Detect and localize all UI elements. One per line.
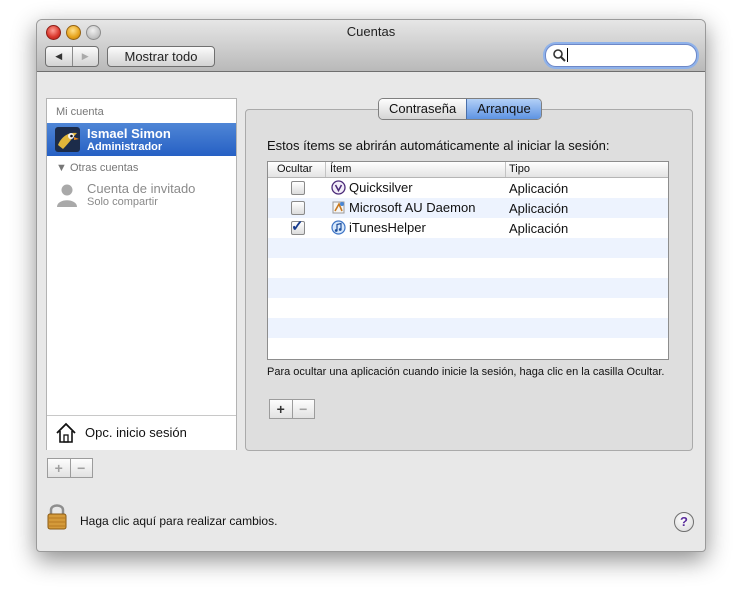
tab-password[interactable]: Contraseña <box>379 99 467 119</box>
empty-row <box>268 318 668 338</box>
other-accounts-label: Otras cuentas <box>69 162 139 174</box>
login-options-label: Opc. inicio sesión <box>85 425 187 440</box>
startup-add-remove: + − <box>269 399 315 419</box>
table-row[interactable]: Quicksilver Aplicación <box>268 178 668 198</box>
accounts-sidebar: Mi cuenta Ismael Simon Administrador ▼ O… <box>46 98 237 450</box>
table-row[interactable]: ✓ iTunesHelper Aplicación <box>268 218 668 238</box>
other-accounts-header[interactable]: ▼ Otras cuentas <box>56 162 138 174</box>
remove-startup-item-button[interactable]: − <box>293 400 315 418</box>
guest-user-icon <box>57 184 77 207</box>
startup-items-table: Ocultar Ítem Tipo Quicksilver Aplicación… <box>267 161 669 360</box>
account-name: Ismael Simon <box>87 126 171 141</box>
hide-checkbox[interactable] <box>291 201 305 215</box>
remove-account-button[interactable]: − <box>71 459 93 477</box>
account-role: Administrador <box>87 141 163 153</box>
item-name: Quicksilver <box>349 180 413 195</box>
item-name: iTunesHelper <box>349 220 426 235</box>
hide-checkbox[interactable]: ✓ <box>291 218 305 235</box>
lock-icon[interactable] <box>46 502 68 530</box>
tab-startup[interactable]: Arranque <box>466 99 541 119</box>
hide-hint-text: Para ocultar una aplicación cuando inici… <box>267 366 665 378</box>
item-type: Aplicación <box>509 221 569 236</box>
empty-row <box>268 338 668 358</box>
lock-message: Haga clic aquí para realizar cambios. <box>80 514 278 528</box>
help-button[interactable]: ? <box>674 512 694 532</box>
add-account-button[interactable]: + <box>48 459 71 477</box>
item-type: Aplicación <box>509 201 569 216</box>
microsoft-au-icon <box>332 201 345 214</box>
empty-row <box>268 258 668 278</box>
house-icon <box>56 422 76 443</box>
search-icon <box>553 49 566 62</box>
column-divider <box>325 162 326 177</box>
text-cursor <box>567 48 568 62</box>
itunes-icon <box>331 220 346 235</box>
item-type: Aplicación <box>509 181 569 196</box>
guest-account-name[interactable]: Cuenta de invitado <box>87 181 195 196</box>
forward-button[interactable]: ▶ <box>73 47 99 66</box>
column-header-type[interactable]: Tipo <box>509 163 530 175</box>
empty-row <box>268 278 668 298</box>
startup-description: Estos ítems se abrirán automáticamente a… <box>267 138 610 153</box>
table-header: Ocultar Ítem Tipo <box>268 162 668 178</box>
show-all-button[interactable]: Mostrar todo <box>107 46 215 67</box>
hide-checkbox[interactable] <box>291 181 305 195</box>
checkmark-icon: ✓ <box>291 218 304 235</box>
my-account-header: Mi cuenta <box>56 106 104 118</box>
tab-bar: Contraseña Arranque <box>378 98 542 120</box>
table-row[interactable]: Microsoft AU Daemon Aplicación <box>268 198 668 218</box>
empty-row <box>268 238 668 258</box>
account-add-remove: + − <box>47 458 93 478</box>
guest-account-role: Solo compartir <box>87 196 158 208</box>
window-title: Cuentas <box>346 24 396 39</box>
empty-row <box>268 298 668 318</box>
title-bar: Cuentas ◀ ▶ Mostrar todo <box>37 20 705 72</box>
login-options-item[interactable]: Opc. inicio sesión <box>47 415 236 450</box>
back-button[interactable]: ◀ <box>46 47 73 66</box>
column-header-hide[interactable]: Ocultar <box>277 163 312 175</box>
quicksilver-icon <box>331 180 346 195</box>
navigation-buttons: ◀ ▶ <box>45 46 99 67</box>
add-startup-item-button[interactable]: + <box>270 400 293 418</box>
disclosure-triangle-icon[interactable]: ▼ <box>56 162 67 174</box>
account-item-ismael-simon[interactable]: Ismael Simon Administrador <box>47 123 236 156</box>
avatar <box>55 127 80 152</box>
column-divider <box>505 162 506 177</box>
item-name: Microsoft AU Daemon <box>349 200 476 215</box>
column-header-item[interactable]: Ítem <box>330 163 351 175</box>
accounts-window: Cuentas ◀ ▶ Mostrar todo Mi cuenta Ismae… <box>36 19 706 552</box>
search-field[interactable] <box>545 44 697 67</box>
